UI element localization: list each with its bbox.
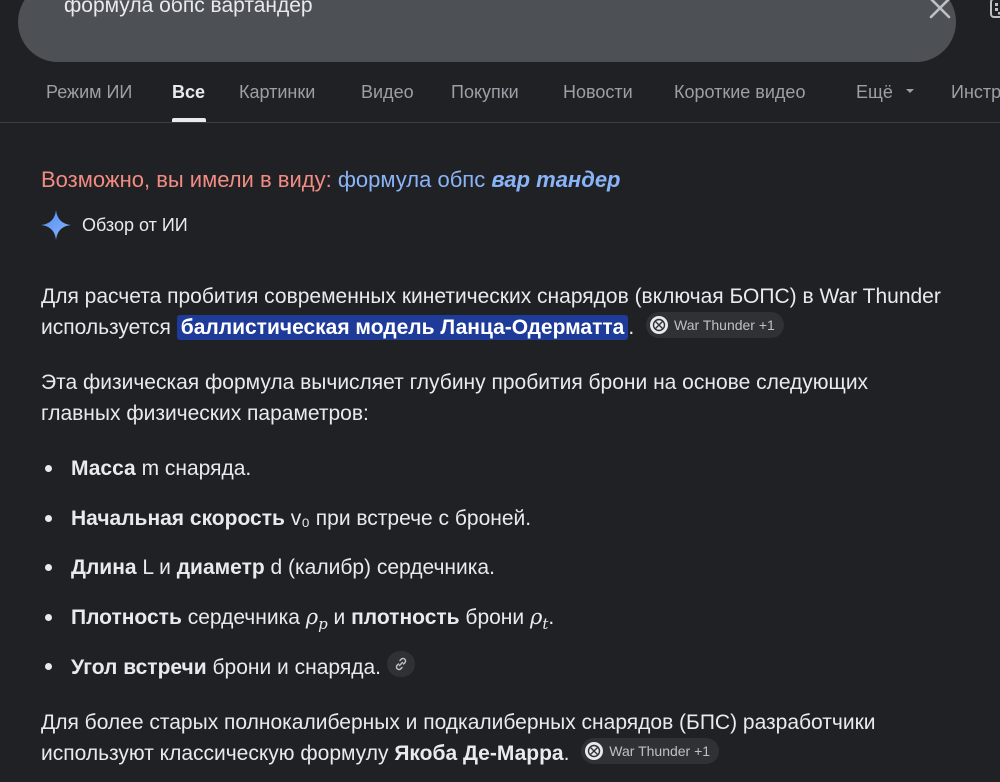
bullet-bold: Начальная скорость xyxy=(71,507,285,530)
bullet-bold: Длина xyxy=(71,556,137,579)
did-you-mean-prefix: Возможно, вы имели в виду: xyxy=(41,167,332,192)
bullet-text: сердечника xyxy=(181,606,306,629)
bullet-bold: Угол встречи xyxy=(71,656,207,679)
sparkle-icon xyxy=(41,210,71,240)
bullet-dot xyxy=(45,465,52,472)
tab-more-label: Ещё xyxy=(856,82,893,102)
bullet-bold: плотность xyxy=(351,606,460,629)
bullet-text: . xyxy=(548,606,555,629)
bullet-bold: диаметр xyxy=(176,556,265,579)
bullet-bold: Масса xyxy=(71,457,136,480)
source-chip[interactable]: War Thunder +1 xyxy=(581,738,720,764)
search-input[interactable]: формула обпс вартандер xyxy=(64,0,313,18)
math-rho-t: ρt xyxy=(529,605,549,634)
tab-short-videos[interactable]: Короткие видео xyxy=(674,82,805,103)
close-icon xyxy=(929,0,951,19)
paragraph-intro: Для расчета пробития современных кинетич… xyxy=(41,281,941,343)
bullet-text: и xyxy=(327,606,352,629)
tab-shopping[interactable]: Покупки xyxy=(451,82,519,103)
tab-more[interactable]: Ещё xyxy=(856,82,916,103)
bullet-dot xyxy=(45,515,52,522)
bullet-text: брони xyxy=(459,606,530,629)
ai-overview-title: Обзор от ИИ xyxy=(82,214,188,235)
war-thunder-logo-icon xyxy=(650,316,669,334)
search-bar[interactable]: формула обпс вартандер xyxy=(18,0,1000,62)
tab-news[interactable]: Новости xyxy=(563,82,633,103)
bullet-text: L и xyxy=(136,556,177,579)
clear-search-button[interactable] xyxy=(926,0,954,22)
link-icon xyxy=(395,657,407,671)
suggested-query-correction: вар тандер xyxy=(491,167,621,192)
caret-down-icon xyxy=(905,89,914,93)
ai-overview-header: Обзор от ИИ xyxy=(40,208,188,242)
keyboard-button[interactable] xyxy=(990,0,1000,20)
highlighted-phrase: баллистическая модель Ланца-Одерматта xyxy=(176,315,629,340)
bullet-dot xyxy=(45,564,52,571)
source-link-button[interactable] xyxy=(386,651,415,677)
bullet-text: v₀ при встрече с броней. xyxy=(284,507,532,530)
bullet-dot xyxy=(45,663,52,670)
source-chip-label: War Thunder +1 xyxy=(609,742,711,759)
demarre-bold: Якоба Де-Марра xyxy=(394,742,564,765)
bullet-text: брони и снаряда. xyxy=(206,656,381,679)
tab-tools[interactable]: Инстр xyxy=(951,82,1000,103)
suggested-query-plain: формула обпс xyxy=(337,167,486,192)
tab-ai-mode[interactable]: Режим ИИ xyxy=(46,82,132,103)
keyboard-icon xyxy=(990,0,1000,18)
spelling-suggestion: Возможно, вы имели в виду: формула обпс … xyxy=(41,167,621,193)
paragraph-parameters: Эта физическая формула вычисляет глубину… xyxy=(41,371,869,425)
paragraph-demarre: Для более старых полнокалиберных и подка… xyxy=(41,707,941,769)
bullet-text: m снаряда. xyxy=(135,457,252,480)
active-tab-indicator xyxy=(172,118,206,122)
demarre-end: . xyxy=(563,742,570,765)
source-chip-label: War Thunder +1 xyxy=(674,316,775,333)
tab-images[interactable]: Картинки xyxy=(239,82,315,103)
source-chip[interactable]: War Thunder +1 xyxy=(646,312,784,338)
search-tabs: Режим ИИ Все Картинки Видео Покупки Ново… xyxy=(0,62,1000,123)
bullet-bold: Плотность xyxy=(71,606,182,629)
bullet-dot xyxy=(45,614,52,621)
war-thunder-logo-icon xyxy=(585,742,604,760)
suggested-query-link[interactable]: формула обпс вар тандер xyxy=(338,167,621,192)
math-rho-p: ρp xyxy=(305,605,328,634)
tab-videos[interactable]: Видео xyxy=(361,82,414,103)
bullet-text: d (калибр) сердечника. xyxy=(264,556,495,579)
intro-end: . xyxy=(628,316,635,339)
tab-all[interactable]: Все xyxy=(172,82,205,103)
